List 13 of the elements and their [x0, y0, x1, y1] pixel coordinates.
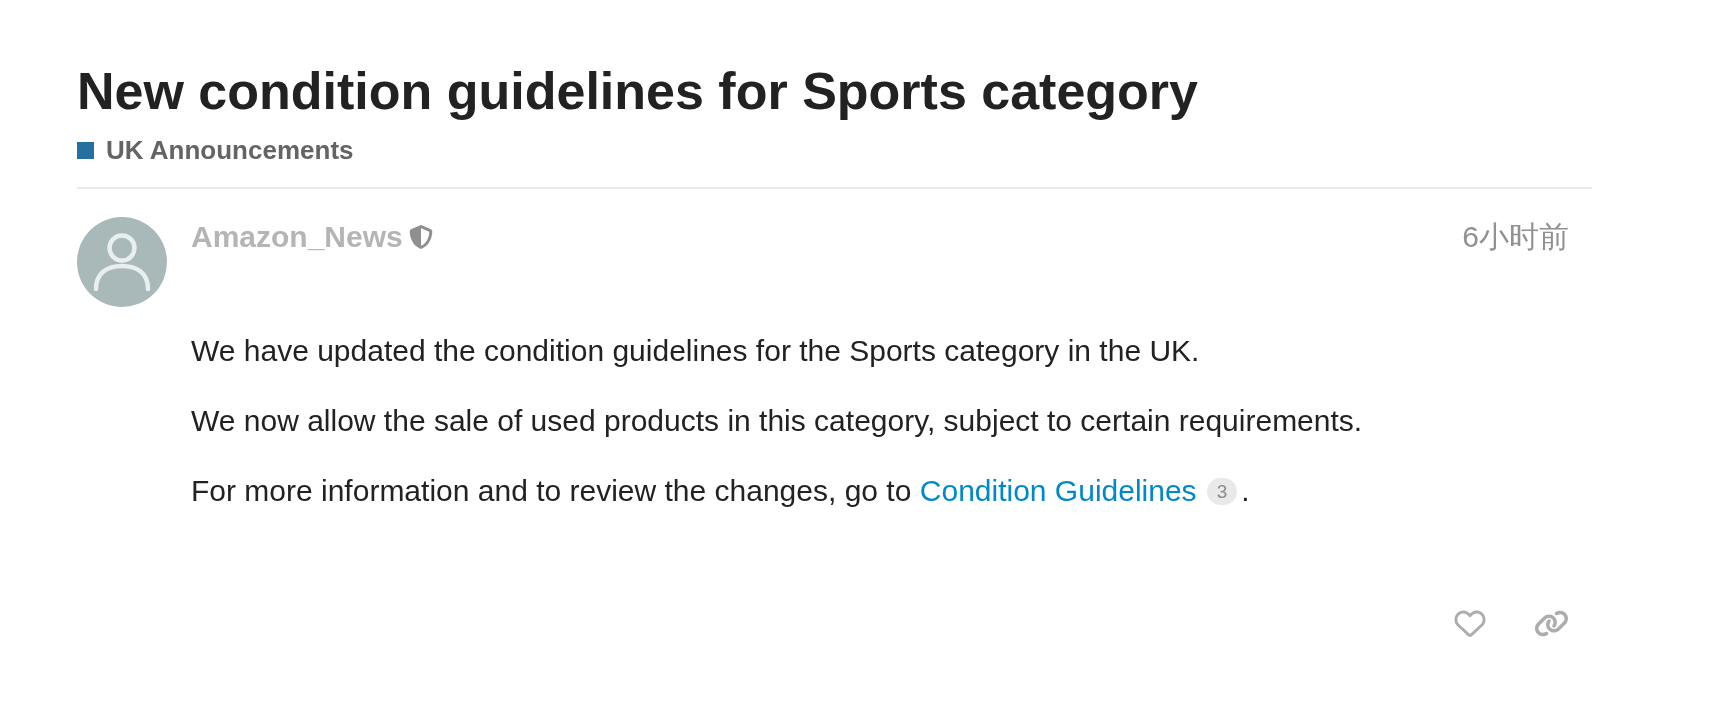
- shield-icon: [408, 225, 433, 249]
- post-paragraph: We have updated the condition guidelines for the Sports category in the UK.: [191, 333, 1200, 369]
- heart-icon: [1452, 608, 1488, 639]
- post-paragraph: We now allow the sale of used products in this category, subject to certain requirements.: [191, 403, 1363, 439]
- person-avatar-icon: [77, 217, 167, 307]
- text-link[interactable]: Condition Guidelines: [919, 474, 1197, 507]
- author-name[interactable]: Amazon_News: [191, 219, 403, 255]
- click-count-badge: 3: [1206, 478, 1238, 505]
- topic-title: New condition guidelines for Sports category: [77, 61, 1199, 122]
- post-time[interactable]: 6小时前: [1462, 219, 1569, 255]
- category-link[interactable]: UK Announcements: [77, 135, 354, 165]
- post-paragraph: For more information and to review the changes, go to Condition Guidelines 3 .: [191, 473, 1250, 509]
- link-icon: [1534, 608, 1569, 639]
